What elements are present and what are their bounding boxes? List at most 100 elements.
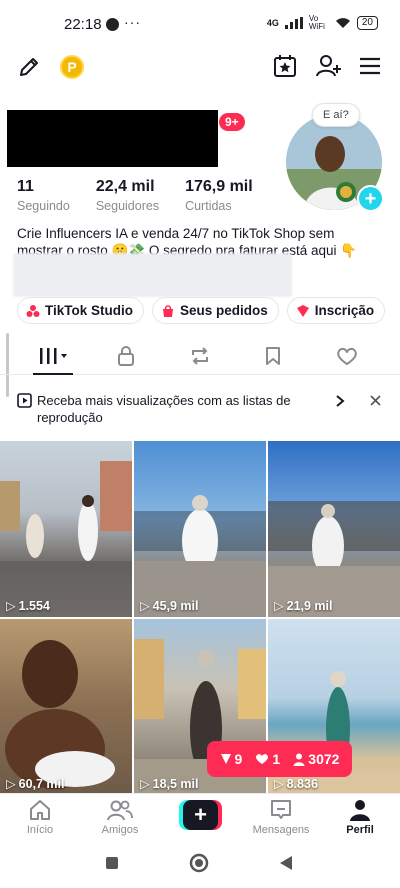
create-plus-icon: + — [183, 800, 218, 830]
back-triangle-icon[interactable] — [279, 855, 293, 871]
video-thumbnail[interactable]: ▷ 60,7 mil — [0, 619, 132, 795]
video-scene-closeup — [5, 640, 115, 789]
nav-profile-label: Perfil — [346, 824, 374, 836]
gifts-stat: 9 — [220, 751, 243, 767]
status-bar: 22:18 ··· 4G Vo WiFi 20 — [0, 0, 400, 46]
chip-subscription[interactable]: Inscrição — [286, 297, 386, 324]
heart-filled-icon — [256, 754, 269, 764]
stat-likes-label: Curtidas — [185, 199, 232, 213]
subscription-icon — [296, 304, 309, 317]
live-stats-pill[interactable]: 9 1 3072 — [207, 741, 352, 777]
chip-tiktok-studio[interactable]: TikTok Studio — [17, 297, 145, 324]
wifi-label: Vo WiFi — [308, 14, 325, 31]
chip-orders[interactable]: Seus pedidos — [152, 297, 279, 324]
tab-videos[interactable] — [33, 337, 73, 375]
home-icon — [30, 800, 50, 820]
redacted-username — [7, 110, 218, 167]
friends-icon — [107, 800, 133, 821]
view-count-value: 45,9 mil — [152, 598, 199, 613]
chip-orders-label: Seus pedidos — [180, 303, 268, 318]
stat-likes[interactable]: 176,9 mil Curtidas — [185, 178, 253, 213]
grid-videos-icon — [40, 348, 67, 364]
active-tab-indicator — [33, 373, 73, 375]
view-count: ▷ 60,7 mil — [6, 776, 65, 792]
playlist-banner-text: Receba mais visualizações com as listas … — [37, 393, 291, 425]
view-count: ▷ 18,5 mil — [140, 776, 199, 792]
stat-followers[interactable]: 22,4 mil Seguidores — [96, 178, 159, 213]
video-thumbnail[interactable]: ▷ 21,9 mil — [268, 441, 400, 617]
play-icon: ▷ — [140, 777, 150, 791]
recents-square-icon[interactable] — [105, 856, 119, 870]
filter-arrow-icon — [220, 754, 231, 764]
bio-line-1: Crie Influencers IA e venda 24/7 no TikT… — [17, 226, 335, 241]
menu-icon[interactable] — [358, 55, 382, 77]
play-icon: ▷ — [274, 599, 284, 613]
play-icon: ▷ — [274, 777, 284, 791]
bookmark-icon — [266, 347, 280, 365]
avatar-note-bubble[interactable]: E aí? — [312, 103, 360, 127]
tab-reposts[interactable] — [186, 337, 214, 375]
video-scene-roda — [268, 501, 400, 617]
wifi-icon — [335, 18, 350, 28]
close-icon[interactable] — [370, 395, 381, 406]
lock-icon — [118, 346, 134, 366]
view-count: ▷ 45,9 mil — [140, 598, 199, 614]
view-count-value: 8.836 — [286, 776, 318, 791]
chip-subscription-label: Inscrição — [314, 303, 375, 318]
viewers-value: 3072 — [308, 751, 340, 767]
stat-followers-value: 22,4 mil — [95, 178, 155, 195]
tab-private[interactable] — [112, 337, 140, 375]
orders-icon — [163, 304, 174, 317]
notification-badge[interactable]: 9+ — [219, 113, 245, 131]
top-bar: P — [0, 46, 400, 90]
network-label: 4G — [266, 18, 279, 28]
stat-following-label: Seguindo — [17, 199, 70, 213]
playlist-icon — [17, 393, 32, 408]
nav-friends[interactable]: Amigos — [85, 798, 155, 836]
stat-likes-value: 176,9 mil — [185, 178, 253, 195]
playlist-banner[interactable]: Receba mais visualizações com as listas … — [0, 388, 400, 430]
stat-following[interactable]: 11 Seguindo — [17, 178, 70, 213]
chip-tiktok-studio-label: TikTok Studio — [45, 303, 134, 318]
viewers-stat: 3072 — [293, 751, 339, 767]
view-count-value: 21,9 mil — [286, 598, 333, 613]
tab-liked[interactable] — [333, 337, 361, 375]
view-count: ▷ 21,9 mil — [274, 598, 333, 614]
stat-following-value: 11 — [17, 178, 34, 195]
add-friend-icon[interactable] — [315, 53, 343, 79]
nav-inbox[interactable]: Mensagens — [246, 798, 316, 836]
home-circle-icon[interactable] — [189, 853, 209, 873]
video-thumbnail[interactable]: ▷ 1.554 — [0, 441, 132, 617]
likes-value: 1 — [272, 751, 281, 767]
play-icon: ▷ — [6, 599, 16, 613]
coin-icon: P — [60, 55, 84, 79]
tab-saved[interactable] — [259, 337, 287, 375]
stat-followers-label: Seguidores — [95, 199, 160, 213]
create-button[interactable]: + — [179, 800, 222, 830]
repost-icon — [192, 347, 208, 365]
profile-chips: TikTok Studio Seus pedidos Inscrição — [17, 297, 386, 324]
chevron-right-icon[interactable] — [335, 394, 345, 408]
video-scene-rainy-street — [0, 461, 132, 617]
edit-pencil-icon[interactable] — [17, 55, 41, 79]
inbox-icon — [271, 800, 291, 819]
add-story-plus-icon[interactable]: + — [357, 185, 384, 212]
play-icon: ▷ — [6, 777, 16, 791]
view-count-value: 60,7 mil — [18, 776, 65, 791]
profile-stats: 11 Seguindo 22,4 mil Seguidores 176,9 mi… — [17, 178, 279, 213]
calendar-star-icon[interactable] — [272, 53, 298, 79]
content-tabs — [0, 337, 400, 375]
play-icon: ▷ — [140, 599, 150, 613]
view-count: ▷ 8.836 — [274, 776, 318, 792]
nav-home[interactable]: Início — [5, 798, 75, 836]
status-time: 22:18 — [64, 16, 102, 33]
notification-dot-icon — [106, 18, 119, 31]
redacted-bio-link — [13, 253, 292, 297]
profile-icon — [350, 800, 370, 821]
nav-profile[interactable]: Perfil — [325, 798, 395, 836]
video-thumbnail[interactable]: ▷ 45,9 mil — [134, 441, 266, 617]
coins-button[interactable]: P — [60, 55, 84, 79]
gifts-value: 9 — [234, 751, 243, 767]
view-count-value: 1.554 — [18, 598, 50, 613]
system-nav-bar — [0, 843, 400, 888]
